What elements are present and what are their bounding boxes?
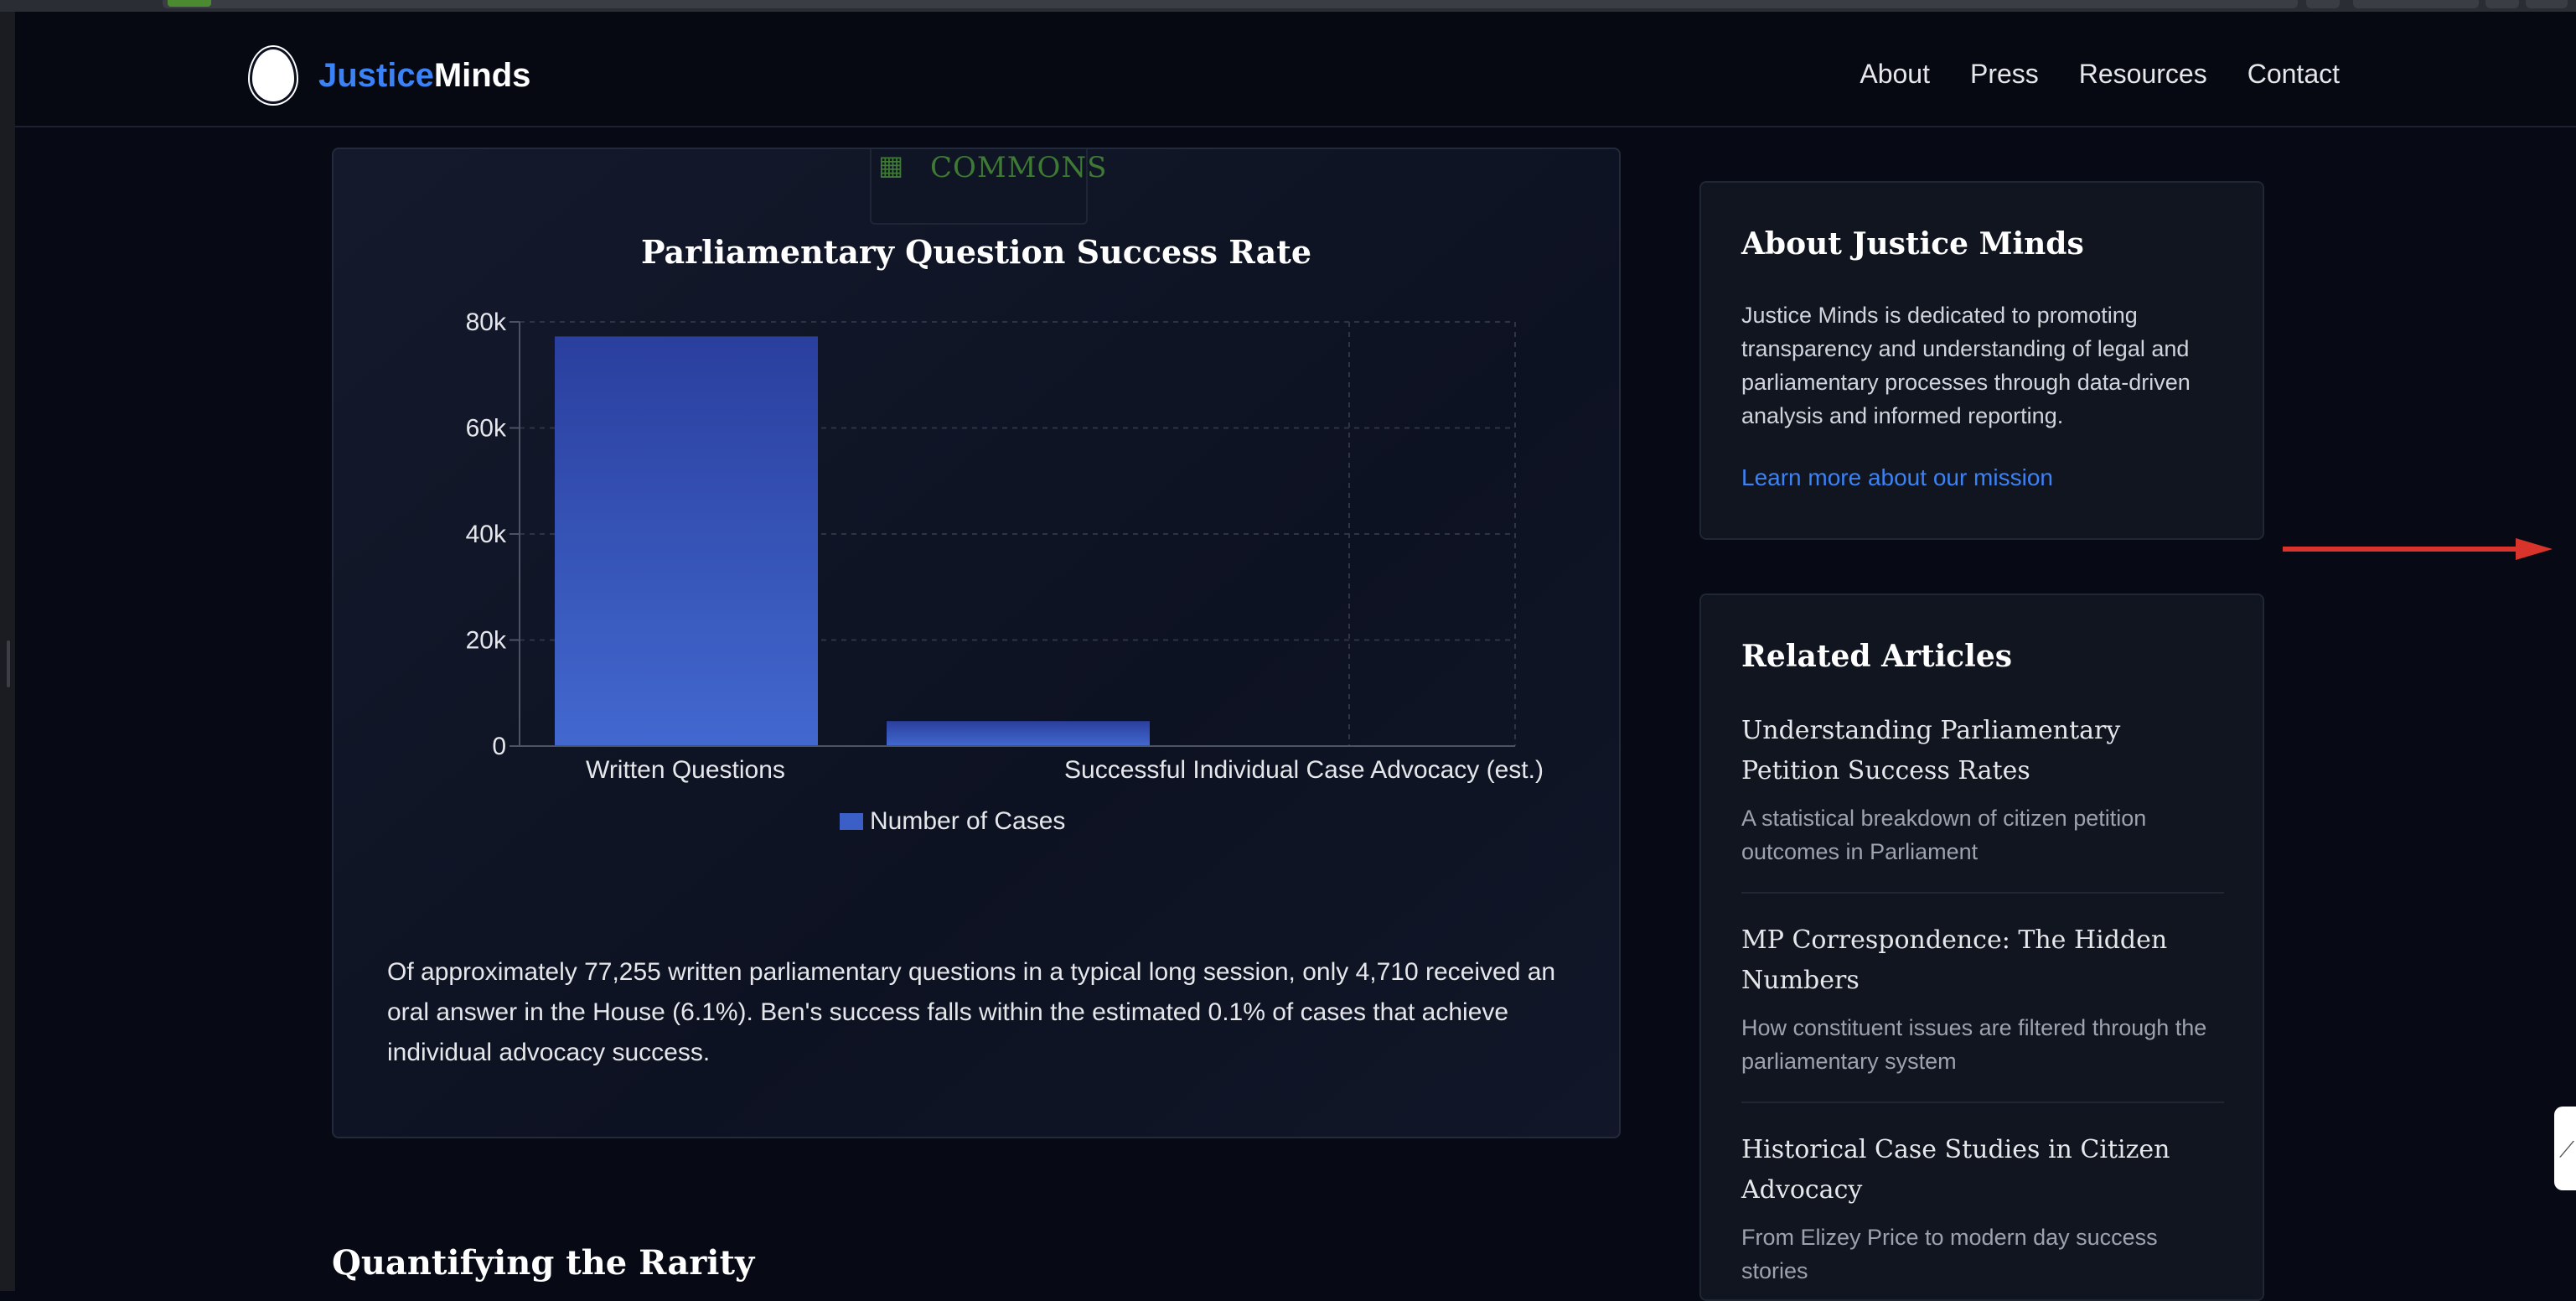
logo-part-justice: Justice [318, 56, 434, 94]
browser-toolbar [0, 0, 2576, 12]
related-article[interactable]: Historical Case Studies in Citizen Advoc… [1741, 1130, 2224, 1288]
legend-label: Number of Cases [870, 807, 1065, 835]
about-title: About Justice Minds [1741, 226, 2084, 262]
about-card: About Justice Minds Justice Minds is ded… [1699, 181, 2264, 540]
egg-logo-icon [250, 47, 297, 104]
y-tick-label: 60k [466, 415, 507, 443]
article-desc: From Elizey Price to modern day success … [1741, 1225, 2158, 1283]
chart-card: ▦ COMMONS Parliamentary Question Success… [332, 148, 1621, 1138]
legend-swatch [840, 813, 863, 830]
resize-handle[interactable] [7, 640, 10, 687]
window-left-edge [0, 12, 15, 1291]
annotation-arrow-icon [2283, 538, 2553, 560]
logo-part-minds: Minds [433, 56, 531, 94]
nav-press[interactable]: Press [1970, 59, 2039, 90]
mission-link[interactable]: Learn more about our mission [1741, 464, 2053, 491]
nav-links: About Press Resources Contact [1860, 59, 2340, 90]
toolbar-button[interactable] [2485, 0, 2519, 8]
portcullis-icon: ▦ [878, 149, 904, 181]
bar-chart: 0 20k 40k 60k 80k Written Questions Successful… [466, 308, 1544, 835]
article-title[interactable]: Historical Case Studies in Citizen Advoc… [1741, 1130, 2224, 1210]
chart-description: Of approximately 77,255 written parliame… [387, 958, 1556, 1066]
x-category-label: Written Questions [586, 756, 785, 784]
nav-resources[interactable]: Resources [2079, 59, 2207, 90]
x-category-label: Successful Individual Case Advocacy (est… [1064, 756, 1544, 784]
y-tick-label: 40k [466, 521, 507, 548]
commons-badge-text: COMMONS [930, 151, 1108, 184]
about-text: Justice Minds is dedicated to promoting … [1741, 303, 2191, 428]
nav-about[interactable]: About [1860, 59, 1930, 90]
article-desc: A statistical breakdown of citizen petit… [1741, 806, 2147, 864]
related-title: Related Articles [1741, 639, 2013, 674]
site-navbar: JusticeMinds About Press Resources Conta… [15, 12, 2576, 127]
address-bar[interactable] [163, 0, 2298, 8]
toolbar-button[interactable] [2306, 0, 2340, 8]
nav-contact[interactable]: Contact [2248, 59, 2340, 90]
bar [555, 336, 818, 746]
section-heading: Quantifying the Rarity [332, 1243, 755, 1283]
site-logo[interactable]: JusticeMinds [250, 47, 530, 104]
side-panel-tab[interactable]: ⟋ [2554, 1107, 2576, 1190]
article-divider [1741, 892, 2224, 894]
bar [887, 721, 1150, 746]
toolbar-button[interactable] [2353, 0, 2479, 8]
related-article[interactable]: Understanding Parliamentary Petition Suc… [1741, 711, 2224, 868]
toolbar-button[interactable] [2526, 0, 2568, 8]
related-articles-card: Related Articles Understanding Parliamen… [1699, 593, 2264, 1301]
y-tick-label: 80k [466, 308, 507, 336]
article-divider [1741, 1101, 2224, 1103]
chart-title: Parliamentary Question Success Rate [640, 233, 1312, 271]
article-desc: How constituent issues are filtered thro… [1741, 1015, 2207, 1074]
commons-badge: ▦ COMMONS [870, 149, 1106, 225]
y-tick-label: 0 [492, 733, 506, 760]
logo-text: JusticeMinds [318, 57, 530, 95]
site-badge [168, 0, 211, 7]
article-title[interactable]: Understanding Parliamentary Petition Suc… [1741, 711, 2224, 791]
article-title[interactable]: MP Correspondence: The Hidden Numbers [1741, 920, 2224, 1001]
panel-tab-icon: ⟋ [2559, 1137, 2575, 1162]
y-tick-label: 20k [466, 627, 507, 655]
related-article[interactable]: MP Correspondence: The Hidden Numbers Ho… [1741, 920, 2224, 1078]
